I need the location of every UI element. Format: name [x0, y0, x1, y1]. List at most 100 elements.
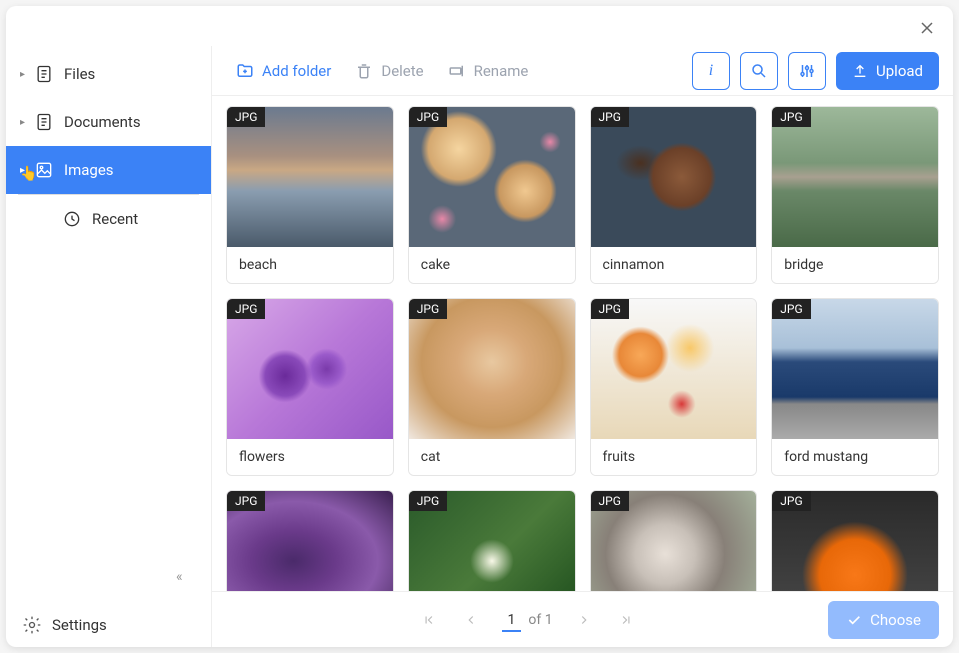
file-card[interactable]: JPG cat: [408, 298, 576, 476]
delete-label: Delete: [381, 62, 423, 80]
close-button[interactable]: [919, 20, 935, 36]
toolbar: Add folder Delete Rename i: [212, 46, 953, 96]
filetype-badge: JPG: [227, 107, 265, 127]
sidebar-item-recent[interactable]: Recent: [18, 194, 199, 242]
collapse-sidebar-button[interactable]: «: [6, 559, 211, 603]
choose-label: Choose: [870, 611, 921, 629]
info-icon: i: [709, 62, 713, 80]
image-icon: [34, 160, 54, 180]
footer: 1 of 1 Choose: [212, 591, 953, 647]
settings-button[interactable]: Settings: [22, 615, 195, 635]
filetype-badge: JPG: [227, 491, 265, 511]
filetype-badge: JPG: [591, 107, 629, 127]
rename-label: Rename: [474, 62, 529, 80]
next-page-button[interactable]: [573, 609, 595, 631]
file-grid-scroll[interactable]: JPG beach JPG cake JPG cinnamon JPG bridge JPG fl…: [212, 96, 953, 591]
folder-tree: ▸ Files ▸ Documents ▸ Images Recent: [6, 46, 211, 559]
file-name: cat: [409, 439, 575, 475]
filetype-badge: JPG: [409, 299, 447, 319]
file-name: fruits: [591, 439, 757, 475]
file-thumbnail: JPG: [772, 299, 938, 439]
upload-label: Upload: [876, 62, 923, 80]
rename-button[interactable]: Rename: [438, 56, 539, 86]
file-manager-window: ▸ Files ▸ Documents ▸ Images Recent « Settings: [6, 6, 953, 647]
info-button[interactable]: i: [692, 52, 730, 90]
file-card[interactable]: JPG cinnamon: [590, 106, 758, 284]
file-card[interactable]: JPG flowers: [226, 298, 394, 476]
filetype-badge: JPG: [591, 491, 629, 511]
filetype-badge: JPG: [772, 491, 810, 511]
gear-icon: [22, 615, 42, 635]
current-page: 1: [502, 612, 522, 632]
trash-icon: [355, 62, 373, 80]
total-pages: 1: [545, 612, 553, 628]
file-thumbnail: JPG: [772, 491, 938, 591]
sidebar-item-images[interactable]: ▸ Images: [6, 146, 211, 194]
pager: 1 of 1: [226, 609, 828, 631]
file-thumbnail: JPG: [409, 491, 575, 591]
upload-icon: [852, 63, 868, 79]
choose-button[interactable]: Choose: [828, 601, 939, 639]
file-card[interactable]: JPG ford mustang: [771, 298, 939, 476]
file-thumbnail: JPG: [227, 107, 393, 247]
sidebar-item-files[interactable]: ▸ Files: [6, 50, 211, 98]
search-button[interactable]: [740, 52, 778, 90]
file-thumbnail: JPG: [591, 491, 757, 591]
filetype-badge: JPG: [227, 299, 265, 319]
file-card[interactable]: JPGfruits: [590, 298, 758, 476]
upload-button[interactable]: Upload: [836, 52, 939, 90]
rename-icon: [448, 62, 466, 80]
file-name: flowers: [227, 439, 393, 475]
add-folder-label: Add folder: [262, 62, 331, 80]
document-icon: [34, 112, 54, 132]
sliders-icon: [798, 62, 816, 80]
file-thumbnail: JPG: [772, 107, 938, 247]
filetype-badge: JPG: [772, 299, 810, 319]
file-name: beach: [227, 247, 393, 283]
filetype-badge: JPG: [772, 107, 810, 127]
sidebar: ▸ Files ▸ Documents ▸ Images Recent « Settings: [6, 46, 212, 647]
sidebar-item-label: Recent: [92, 210, 138, 228]
file-name: cinnamon: [591, 247, 757, 283]
file-thumbnail: JPG: [591, 107, 757, 247]
file-card[interactable]: JPG: [771, 490, 939, 591]
file-card[interactable]: JPG: [590, 490, 758, 591]
file-thumbnail: JPG: [409, 299, 575, 439]
file-thumbnail: JPG: [409, 107, 575, 247]
file-name: ford mustang: [772, 439, 938, 475]
files-icon: [34, 64, 54, 84]
file-card[interactable]: JPG: [408, 490, 576, 591]
delete-button[interactable]: Delete: [345, 56, 433, 86]
sidebar-item-label: Files: [64, 65, 95, 83]
sidebar-item-label: Images: [64, 161, 114, 179]
file-grid: JPG beach JPG cake JPG cinnamon JPG bridge JPG fl…: [226, 106, 939, 591]
file-card[interactable]: JPG: [226, 490, 394, 591]
last-page-button[interactable]: [615, 609, 637, 631]
sidebar-item-label: Documents: [64, 113, 141, 131]
check-icon: [846, 612, 862, 628]
clock-icon: [62, 209, 82, 229]
chevron-right-icon: ▸: [20, 69, 30, 80]
sort-button[interactable]: [788, 52, 826, 90]
search-icon: [750, 62, 768, 80]
file-thumbnail: JPG: [227, 491, 393, 591]
file-thumbnail: JPG: [591, 299, 757, 439]
filetype-badge: JPG: [409, 491, 447, 511]
file-thumbnail: JPG: [227, 299, 393, 439]
main-panel: Add folder Delete Rename i: [212, 46, 953, 647]
file-card[interactable]: JPG cake: [408, 106, 576, 284]
chevron-right-icon: ▸: [20, 117, 30, 128]
file-name: cake: [409, 247, 575, 283]
filetype-badge: JPG: [409, 107, 447, 127]
settings-label: Settings: [52, 616, 107, 634]
add-folder-icon: [236, 62, 254, 80]
file-card[interactable]: JPG bridge: [771, 106, 939, 284]
first-page-button[interactable]: [418, 609, 440, 631]
file-name: bridge: [772, 247, 938, 283]
add-folder-button[interactable]: Add folder: [226, 56, 341, 86]
file-card[interactable]: JPG beach: [226, 106, 394, 284]
prev-page-button[interactable]: [460, 609, 482, 631]
page-of-label: of: [528, 612, 541, 628]
chevron-right-icon: ▸: [20, 165, 30, 176]
sidebar-item-documents[interactable]: ▸ Documents: [6, 98, 211, 146]
